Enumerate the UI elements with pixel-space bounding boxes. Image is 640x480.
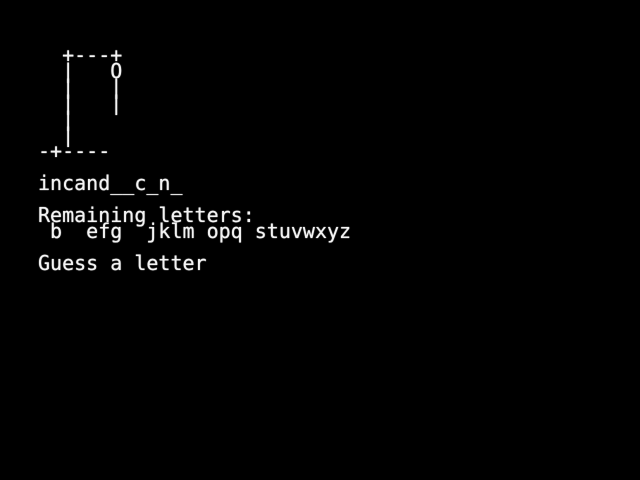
word-progress: incand__c_n_ [38, 171, 183, 195]
guess-prompt[interactable]: Guess a letter [38, 253, 207, 273]
gallows-base: -+---- [38, 139, 111, 163]
remaining-letters: b efg jklm opq stuvwxyz [38, 219, 352, 243]
game-screen: +---+ | O | | | | | | -+---- incand__c_n… [0, 0, 640, 480]
